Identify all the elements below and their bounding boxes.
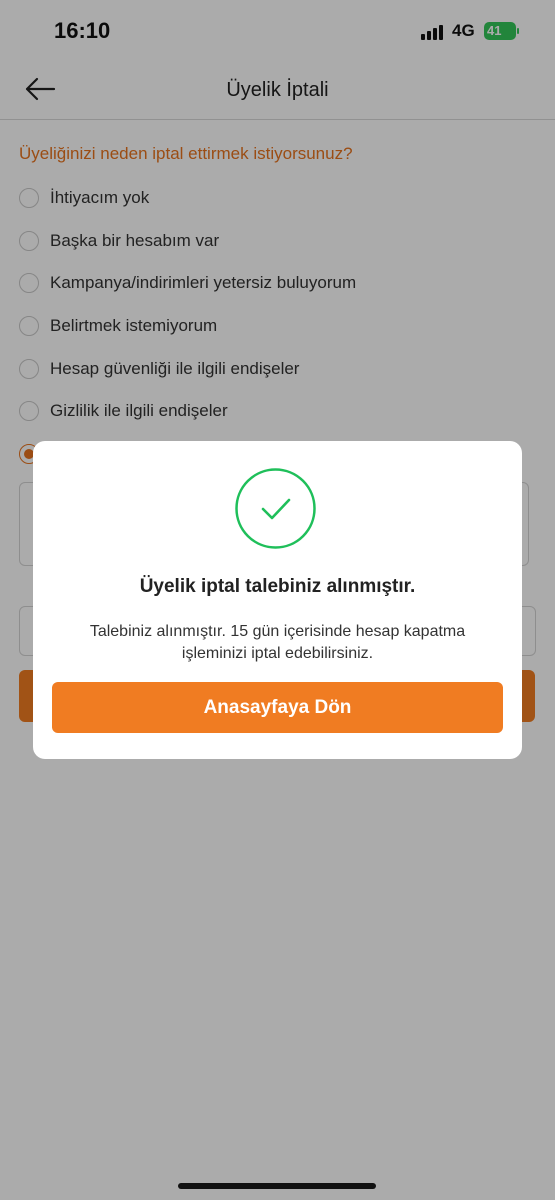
success-dialog: Üyelik iptal talebiniz alınmıştır. Taleb… — [33, 441, 522, 759]
check-circle-icon — [235, 468, 316, 549]
dialog-title: Üyelik iptal talebiniz alınmıştır. — [139, 576, 416, 597]
home-indicator — [178, 1183, 376, 1189]
dialog-message: Talebiniz alınmıştır. 15 gün içerisinde … — [89, 623, 466, 662]
back-to-home-button[interactable]: Anasayfaya Dön — [52, 682, 503, 733]
